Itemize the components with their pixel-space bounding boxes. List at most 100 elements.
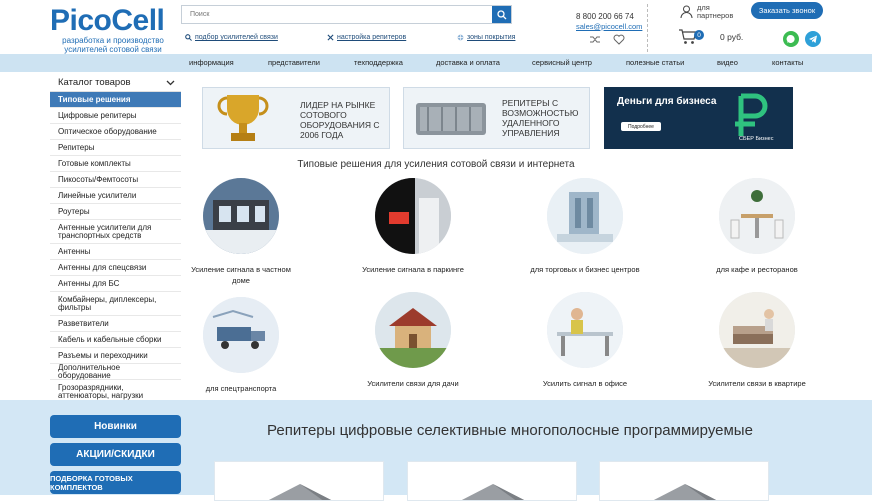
solution-dacha-label: Усилители связи для дачи [367, 379, 459, 388]
banner-sber-business[interactable]: Деньги для бизнеса Подробнее СБЕР Бизнес [604, 87, 793, 149]
search-button[interactable] [492, 6, 511, 23]
chevron-down-icon [166, 80, 175, 85]
solution-office-label: Усилить сигнал в офисе [542, 379, 628, 388]
nav-item-representatives[interactable]: представители [268, 58, 320, 67]
user-icon [680, 5, 693, 19]
search-bar [181, 5, 512, 24]
link-repeater-setup-label: настройка репитеров [337, 34, 407, 41]
solution-private-house[interactable]: Усиление сигнала в частном доме [186, 178, 296, 286]
business-center-image [547, 178, 623, 254]
search-input[interactable] [182, 6, 492, 23]
repeater-image [416, 103, 486, 135]
magnifier-icon [185, 34, 192, 41]
email-link[interactable]: sales@picocell.com [576, 22, 642, 31]
banner-sber-button[interactable]: Подробнее [621, 122, 661, 131]
solution-apartment[interactable]: Усилители связи в квартире [702, 292, 812, 389]
private-house-image [203, 178, 279, 254]
catalog-item-digital-repeaters[interactable]: Цифровые репитеры [50, 108, 181, 124]
cart-total: 0 руб. [720, 31, 744, 42]
nav-item-support[interactable]: техподдержка [354, 58, 403, 67]
catalog-item-repeaters[interactable]: Репитеры [50, 140, 181, 156]
solution-office[interactable]: Усилить сигнал в офисе [530, 292, 640, 389]
nav-item-video[interactable]: видео [717, 58, 738, 67]
cafe-image [719, 178, 795, 254]
heart-icon[interactable] [613, 34, 625, 45]
catalog-item-antennas[interactable]: Антенны [50, 244, 181, 260]
link-select-amplifiers[interactable]: подбор усилителей связи [185, 34, 278, 41]
banner-remote-control-text: РЕПИТЕРЫ С ВОЗМОЖНОСТЬЮ УДАЛЕННОГО УПРАВ… [502, 98, 579, 138]
product-image [268, 484, 332, 500]
catalog-item-bs-antennas[interactable]: Антенны для БС [50, 276, 181, 292]
cart-widget[interactable]: 0 0 руб. [678, 28, 743, 45]
solution-parking-label: Усиление сигнала в паркинге [362, 265, 464, 274]
solution-special-vehicles[interactable]: для спецтранспорта [186, 297, 296, 394]
catalog-title: Каталог товаров [58, 77, 131, 88]
product-card[interactable] [599, 461, 769, 501]
telegram-icon[interactable] [805, 31, 821, 47]
search-icon [496, 9, 506, 19]
nav-item-delivery[interactable]: доставка и оплата [436, 58, 500, 67]
catalog-item-combiners[interactable]: Комбайнеры, диплексеры, фильтры [50, 292, 181, 316]
solution-apartment-label: Усилители связи в квартире [708, 379, 806, 388]
solution-parking[interactable]: Усиление сигнала в паркинге [358, 178, 468, 275]
nav-item-contacts[interactable]: контакты [772, 58, 803, 67]
banner-market-leader-text: ЛИДЕР НА РЫНКЕ СОТОВОГО ОБОРУДОВАНИЯ С 2… [300, 100, 380, 140]
compare-icon[interactable] [590, 35, 601, 44]
product-card[interactable] [407, 461, 577, 501]
product-card[interactable] [214, 461, 384, 501]
callback-button[interactable]: Заказать звонок [751, 2, 823, 19]
new-arrivals-button[interactable]: Новинки [50, 415, 181, 438]
parking-image [375, 178, 451, 254]
solution-business-centers-label: для торговых и бизнес центров [530, 265, 640, 274]
special-vehicles-image [203, 297, 279, 373]
catalog-item-optical[interactable]: Оптическое оборудование [50, 124, 181, 140]
catalog-item-splitters[interactable]: Разветвители [50, 316, 181, 332]
globe-icon [457, 34, 464, 41]
catalog-item-vehicle-amplifiers[interactable]: Антенные усилители для транспортных сред… [50, 220, 181, 244]
nav-item-info[interactable]: информация [189, 58, 234, 67]
kits-selection-button[interactable]: ПОДБОРКА ГОТОВЫХ КОМПЛЕКТОВ [50, 471, 181, 494]
trophy-image [217, 95, 269, 141]
solution-dacha[interactable]: Усилители связи для дачи [358, 292, 468, 389]
link-repeater-setup[interactable]: настройка репитеров [327, 34, 406, 41]
site-logo[interactable]: PicoCell [50, 4, 165, 38]
phone-number[interactable]: 8 800 200 66 74 [576, 12, 634, 21]
ruble-symbol-image [735, 93, 768, 136]
banner-remote-control[interactable]: РЕПИТЕРЫ С ВОЗМОЖНОСТЬЮ УДАЛЕННОГО УПРАВ… [403, 87, 590, 149]
catalog-item-special-antennas[interactable]: Антенны для спецсвязи [50, 260, 181, 276]
site-tagline: разработка и производство усилителей сот… [62, 36, 164, 54]
site-header: PicoCell разработка и производство усили… [0, 0, 872, 54]
product-image [653, 484, 717, 500]
nav-item-service[interactable]: сервисный центр [532, 58, 592, 67]
catalog-item-typical[interactable]: Типовые решения [50, 92, 181, 108]
whatsapp-icon[interactable] [783, 31, 799, 47]
banner-sber-brand: СБЕР Бизнес [739, 136, 774, 142]
link-coverage-zones-label: зоны покрытия [467, 34, 516, 41]
solution-cafes-label: для кафе и ресторанов [716, 265, 798, 274]
nav-item-articles[interactable]: полезные статьи [626, 58, 684, 67]
solution-private-house-label: Усиление сигнала в частном доме [191, 265, 291, 285]
promotions-button[interactable]: АКЦИИ/СКИДКИ [50, 443, 181, 466]
catalog-item-connectors[interactable]: Разъемы и переходники [50, 348, 181, 364]
link-select-amplifiers-label: подбор усилителей связи [195, 34, 278, 41]
catalog-item-picocells[interactable]: Пикосоты/Фемтосоты [50, 172, 181, 188]
catalog-item-extra-equipment[interactable]: Дополнительное оборудование [50, 363, 181, 380]
main-nav: информация представители техподдержка до… [0, 54, 872, 72]
tools-icon [327, 34, 334, 41]
catalog-item-line-amplifiers[interactable]: Линейные усилители [50, 188, 181, 204]
partners-link[interactable]: для партнеров [680, 4, 737, 20]
solution-cafes[interactable]: для кафе и ресторанов [702, 178, 812, 275]
banner-market-leader[interactable]: ЛИДЕР НА РЫНКЕ СОТОВОГО ОБОРУДОВАНИЯ С 2… [202, 87, 390, 149]
dacha-image [375, 292, 451, 368]
header-divider [647, 4, 648, 52]
catalog-item-routers[interactable]: Роутеры [50, 204, 181, 220]
link-coverage-zones[interactable]: зоны покрытия [457, 34, 515, 41]
cart-count-badge: 0 [694, 30, 704, 40]
solution-special-vehicles-label: для спецтранспорта [205, 384, 277, 393]
banner-sber-title: Деньги для бизнеса [617, 96, 717, 107]
solutions-title: Типовые решения для усиления сотовой свя… [297, 159, 575, 170]
product-image [461, 484, 525, 500]
catalog-header[interactable]: Каталог товаров [50, 74, 181, 92]
catalog-item-cables[interactable]: Кабель и кабельные сборки [50, 332, 181, 348]
solution-business-centers[interactable]: для торговых и бизнес центров [530, 178, 640, 275]
